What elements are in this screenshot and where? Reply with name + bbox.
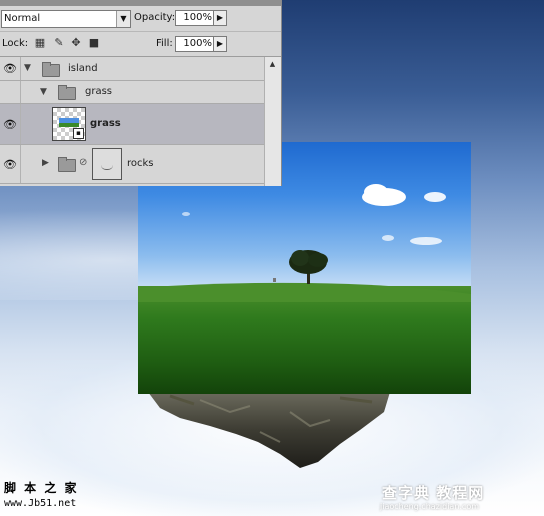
fill-arrow-button[interactable]: ▶ bbox=[213, 36, 227, 52]
dropdown-arrow-icon[interactable]: ▼ bbox=[116, 11, 130, 27]
layer-row-grass-group[interactable]: ▼ grass bbox=[0, 81, 264, 104]
fill-input[interactable]: 100% bbox=[175, 36, 215, 52]
layers-list: 👁 ▼ island ▼ grass 👁 ▪ grass 👁 ▶ ⊘ rocks bbox=[0, 57, 264, 186]
watermark-right-title: 查字典 教程网 bbox=[382, 484, 485, 502]
opacity-label: Opacity: bbox=[134, 12, 176, 23]
eye-icon[interactable]: 👁 bbox=[0, 145, 21, 183]
expand-triangle-icon[interactable]: ▼ bbox=[40, 87, 47, 97]
folder-icon bbox=[58, 157, 76, 172]
layer-name: island bbox=[68, 63, 98, 74]
opacity-arrow-button[interactable]: ▶ bbox=[213, 10, 227, 26]
collapse-triangle-icon[interactable]: ▶ bbox=[42, 158, 49, 168]
fill-label: Fill: bbox=[156, 38, 173, 49]
scroll-up-icon[interactable]: ▲ bbox=[267, 59, 278, 70]
blend-mode-select[interactable]: Normal ▼ bbox=[1, 10, 131, 28]
brush-icon[interactable]: ✎ bbox=[53, 37, 65, 49]
lock-label: Lock: bbox=[2, 38, 29, 49]
layer-row-rocks[interactable]: 👁 ▶ ⊘ rocks bbox=[0, 145, 264, 184]
layer-name: grass bbox=[90, 118, 121, 129]
layer-row-island[interactable]: 👁 ▼ island bbox=[0, 57, 264, 81]
move-icon[interactable]: ✥ bbox=[70, 37, 82, 49]
folder-icon bbox=[58, 85, 76, 100]
watermark-left-title: 脚 本 之 家 bbox=[4, 481, 79, 495]
expand-triangle-icon[interactable]: ▼ bbox=[24, 63, 31, 73]
layer-thumbnail: ▪ bbox=[52, 107, 86, 141]
smart-object-icon: ▪ bbox=[73, 128, 84, 139]
eye-icon[interactable]: 👁 bbox=[0, 57, 21, 80]
layer-row-grass[interactable]: 👁 ▪ grass bbox=[0, 104, 264, 145]
layers-scrollbar[interactable]: ▲ bbox=[264, 57, 281, 186]
watermark-right-url: jiaocheng.chazidian.com bbox=[380, 502, 480, 511]
folder-icon bbox=[42, 62, 60, 77]
blend-mode-value: Normal bbox=[4, 13, 41, 24]
layer-name: rocks bbox=[127, 158, 154, 169]
lock-transparent-icon[interactable]: ▦ bbox=[34, 37, 46, 49]
eye-icon[interactable]: 👁 bbox=[0, 104, 21, 144]
link-icon[interactable]: ⊘ bbox=[79, 157, 87, 168]
mask-icon[interactable] bbox=[92, 148, 122, 180]
rock-island bbox=[148, 392, 390, 468]
layers-panel: Normal ▼ Opacity: 100% ▶ Lock: ▦ ✎ ✥ ■ F… bbox=[0, 0, 282, 186]
eye-icon[interactable] bbox=[0, 81, 21, 103]
lock-all-icon[interactable]: ■ bbox=[88, 37, 100, 49]
opacity-input[interactable]: 100% bbox=[175, 10, 215, 26]
watermark-left-url: www.Jb51.net bbox=[4, 498, 77, 509]
layer-name: grass bbox=[85, 86, 113, 97]
blend-opacity-row: Normal ▼ Opacity: 100% ▶ bbox=[0, 6, 281, 32]
lock-fill-row: Lock: ▦ ✎ ✥ ■ Fill: 100% ▶ bbox=[0, 32, 281, 57]
